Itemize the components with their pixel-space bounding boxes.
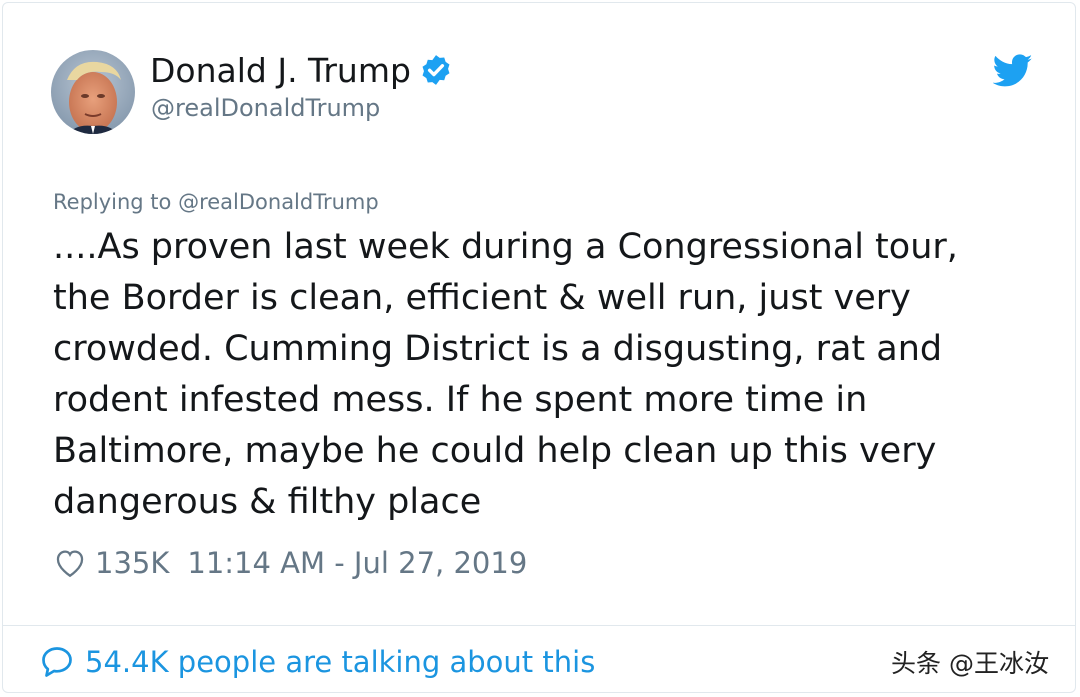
- avatar[interactable]: [51, 50, 135, 134]
- tweet-body: ....As proven last week during a Congres…: [53, 222, 1053, 528]
- author-handle[interactable]: @realDonaldTrump: [151, 93, 380, 123]
- tweet-body-line: ....As proven last week during a Congres…: [53, 227, 958, 267]
- author-name-text: Donald J. Trump: [150, 51, 411, 90]
- tweet-body-line: crowded. Cumming District is a disgustin…: [53, 329, 943, 369]
- talking-about-text: 54.4K people are talking about this: [85, 645, 596, 679]
- twitter-bird-icon[interactable]: [993, 53, 1033, 89]
- timestamp[interactable]: 11:14 AM - Jul 27, 2019: [187, 543, 527, 583]
- watermark: 头条 @王冰汝: [891, 649, 1049, 678]
- tweet-body-line: Baltimore, maybe he could help clean up …: [53, 431, 937, 471]
- tweet-body-line: rodent infested mess. If he spent more t…: [53, 380, 868, 420]
- tweet-meta: 135K 11:14 AM - Jul 27, 2019: [53, 543, 527, 583]
- speech-bubble-icon: [42, 647, 72, 677]
- heart-icon[interactable]: [53, 546, 87, 580]
- verified-badge-icon: [422, 55, 450, 85]
- divider: [3, 625, 1075, 626]
- tweet-card: Donald J. Trump @realDonaldTrump Replyin…: [2, 2, 1076, 693]
- tweet-body-line: the Border is clean, efficient & well ru…: [53, 278, 911, 318]
- replying-to[interactable]: Replying to @realDonaldTrump: [53, 188, 379, 216]
- avatar-image: [51, 50, 135, 134]
- like-count[interactable]: 135K: [95, 543, 169, 583]
- tweet-body-line: dangerous & filthy place: [53, 482, 482, 522]
- author-name[interactable]: Donald J. Trump: [150, 51, 453, 91]
- talking-about-link[interactable]: 54.4K people are talking about this: [39, 640, 595, 684]
